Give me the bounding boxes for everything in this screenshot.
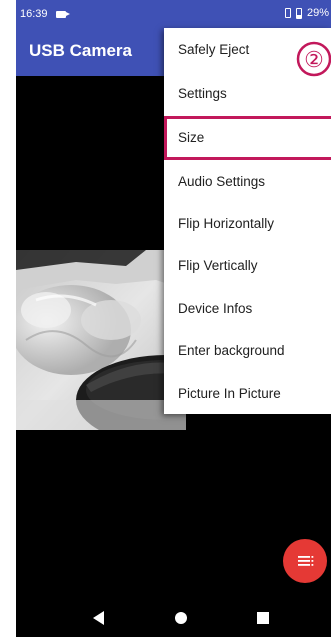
menu-item-size[interactable]: Size bbox=[164, 116, 331, 158]
menu-item-picture-in-picture[interactable]: Picture In Picture bbox=[164, 372, 331, 414]
phone-screen: 16:39 29% USB Camera Safely Eject Settin… bbox=[16, 0, 331, 637]
home-circle-icon bbox=[175, 612, 187, 624]
camera-feed-image bbox=[16, 250, 186, 430]
nav-recents-button[interactable] bbox=[243, 598, 283, 637]
nav-back-button[interactable] bbox=[79, 598, 119, 637]
menu-lines-icon bbox=[298, 556, 314, 566]
camera-feed-picture bbox=[16, 250, 186, 430]
status-time: 16:39 bbox=[20, 8, 48, 20]
vibrate-icon bbox=[284, 8, 291, 18]
menu-fab-button[interactable] bbox=[283, 539, 327, 583]
menu-item-flip-horizontally[interactable]: Flip Horizontally bbox=[164, 202, 331, 244]
navigation-bar bbox=[16, 598, 331, 637]
menu-item-safely-eject[interactable]: Safely Eject bbox=[164, 28, 331, 70]
back-triangle-icon bbox=[93, 611, 104, 625]
menu-item-enter-background[interactable]: Enter background bbox=[164, 329, 331, 371]
app-title: USB Camera bbox=[29, 41, 132, 60]
battery-icon bbox=[295, 7, 302, 19]
menu-item-settings[interactable]: Settings bbox=[164, 72, 331, 114]
status-indicators: 29% bbox=[284, 7, 329, 19]
menu-item-audio-settings[interactable]: Audio Settings bbox=[164, 160, 331, 202]
video-camera-icon bbox=[55, 10, 70, 18]
battery-level: 29% bbox=[306, 7, 329, 19]
menu-item-device-infos[interactable]: Device Infos bbox=[164, 287, 331, 329]
overflow-menu: Safely Eject Settings Size Audio Setting… bbox=[164, 28, 331, 414]
status-bar: 16:39 29% bbox=[16, 0, 331, 28]
nav-home-button[interactable] bbox=[161, 598, 201, 637]
menu-item-flip-vertically[interactable]: Flip Vertically bbox=[164, 244, 331, 286]
recents-square-icon bbox=[257, 612, 269, 624]
